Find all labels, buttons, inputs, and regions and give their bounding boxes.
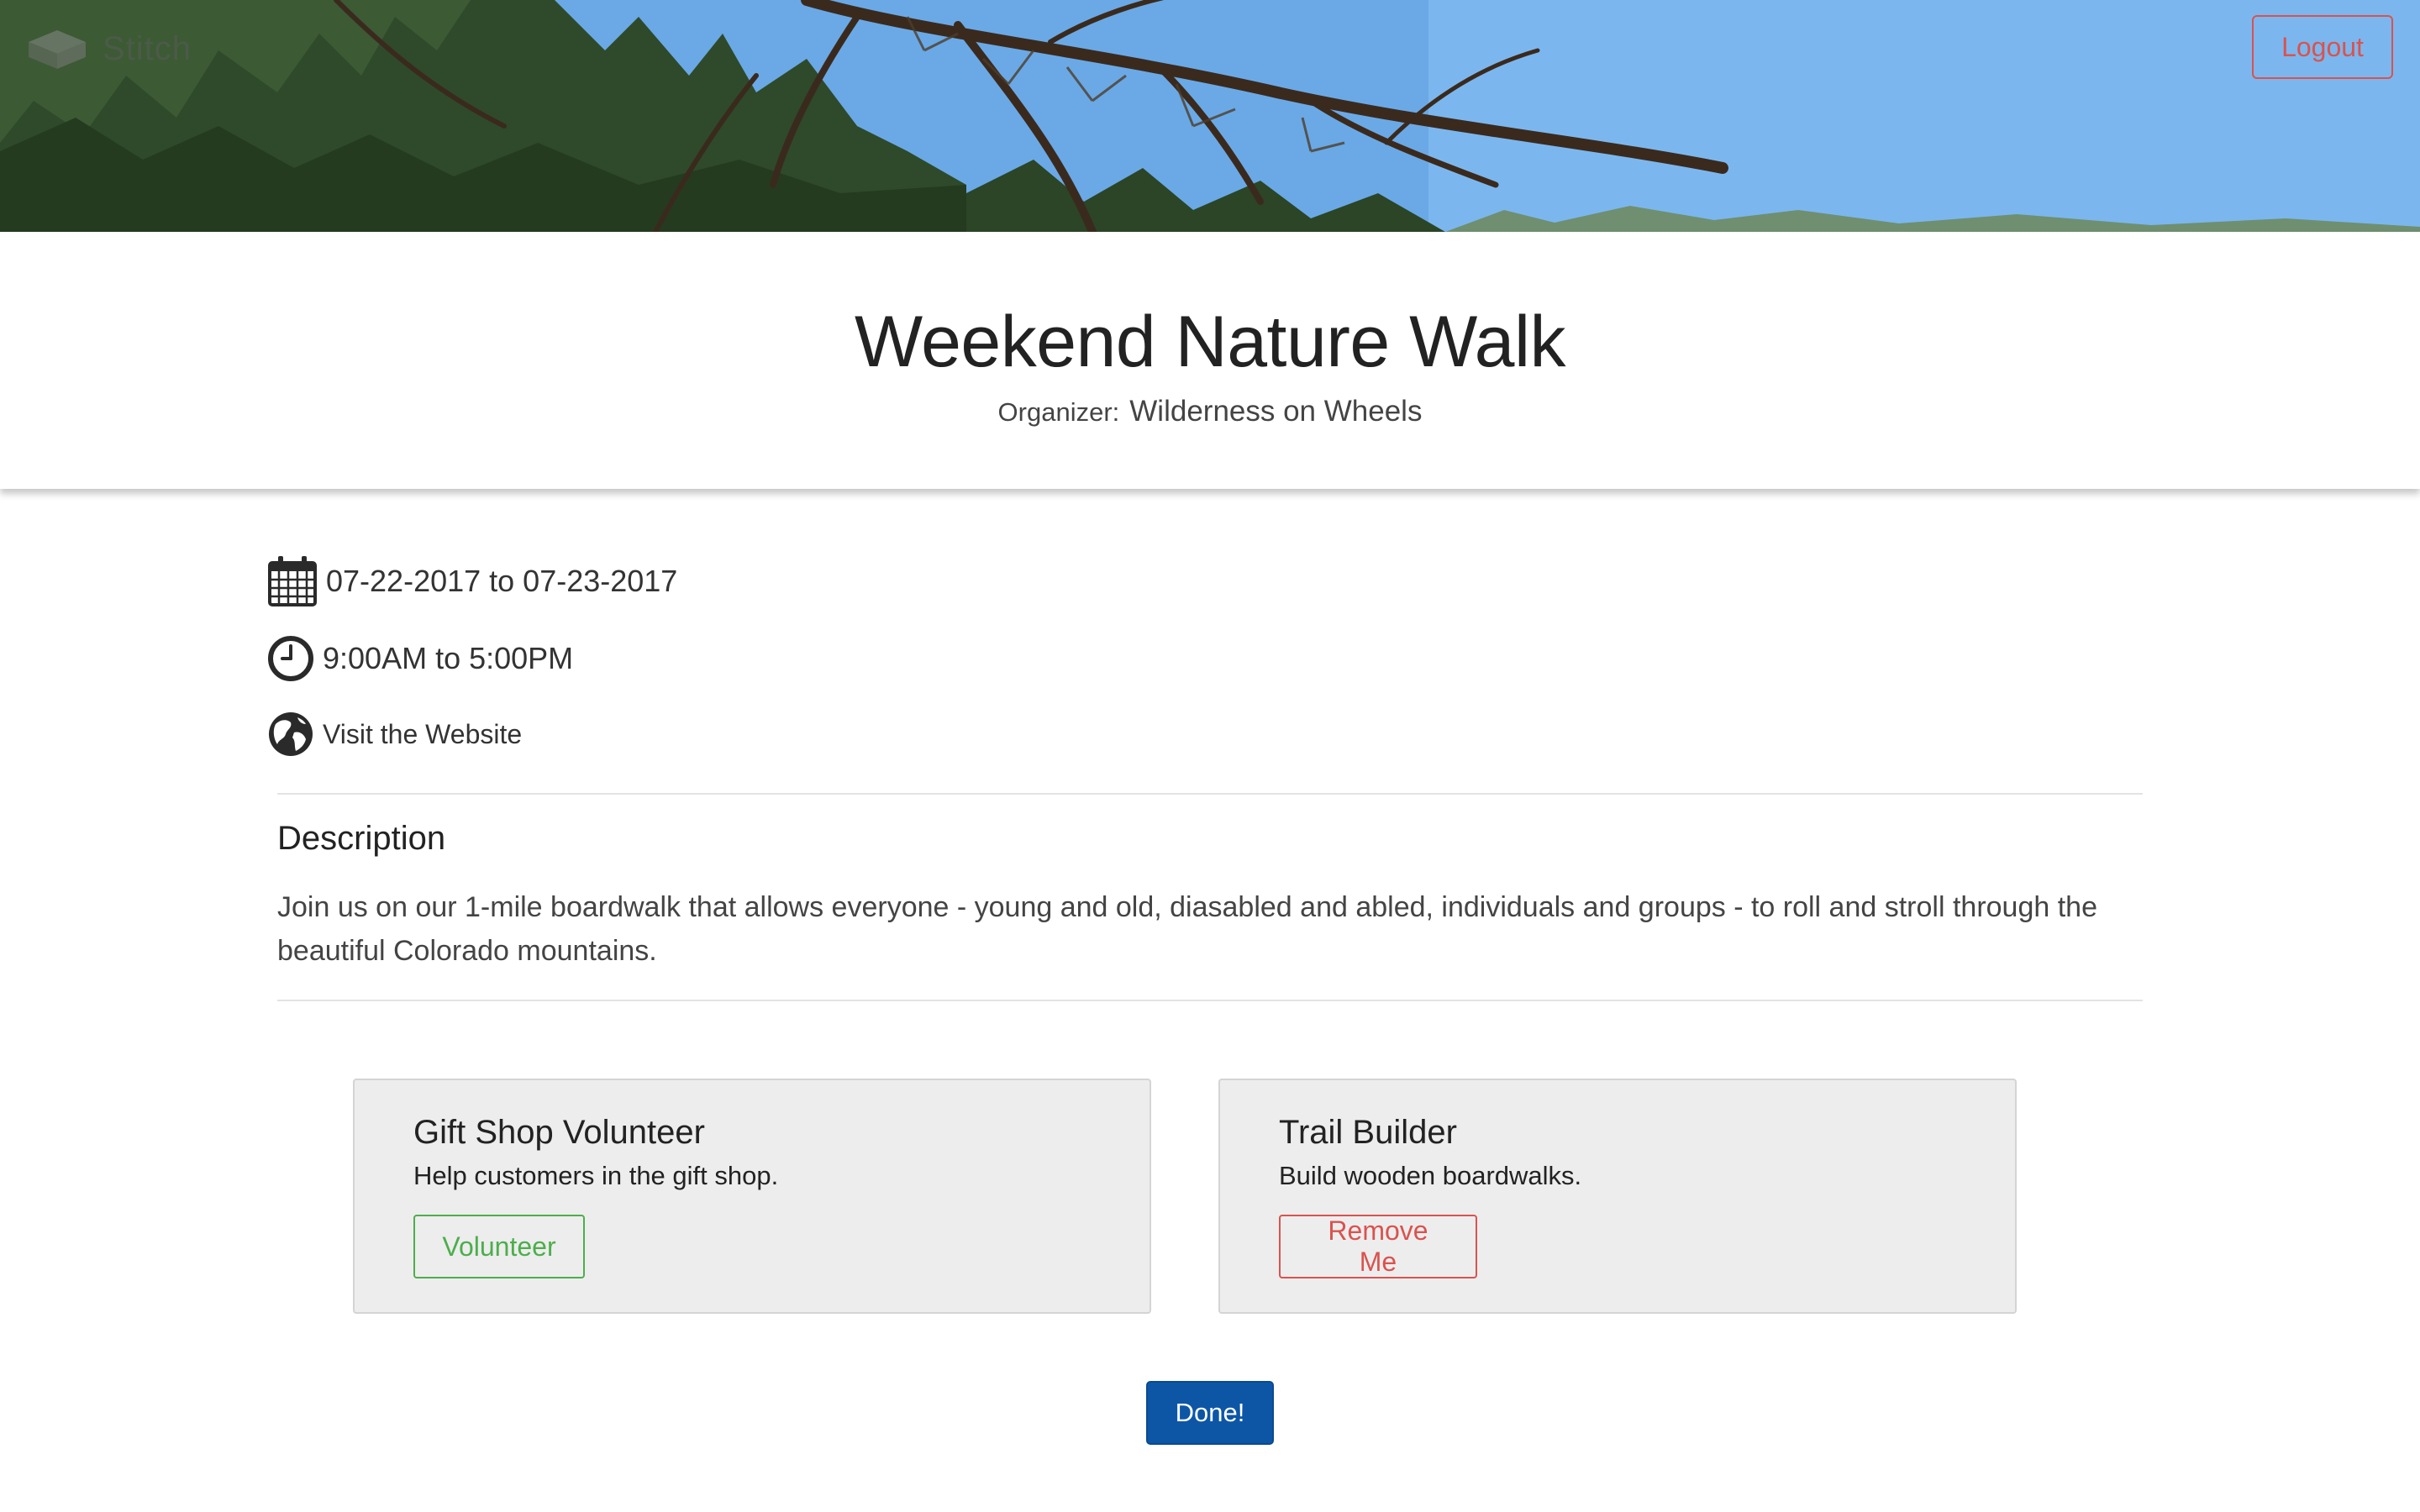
brand-name: Stitch: [103, 29, 192, 67]
event-title: Weekend Nature Walk: [854, 302, 1566, 382]
organizer-row: Organizer: Wilderness on Wheels: [0, 395, 2420, 428]
time-range: 9:00AM to 5:00PM: [323, 641, 574, 675]
divider: [277, 793, 2143, 795]
divider: [277, 1000, 2143, 1001]
description-heading: Description: [277, 820, 446, 857]
website-link[interactable]: Visit the Website: [323, 719, 522, 750]
role-description: Build wooden boardwalks.: [1279, 1161, 1582, 1190]
role-card-gift-shop: Gift Shop Volunteer Help customers in th…: [353, 1079, 1151, 1314]
logout-button[interactable]: Logout: [2252, 15, 2393, 79]
box-stack-icon: [29, 30, 86, 69]
date-row: 07-22-2017 to 07-23-2017: [267, 554, 677, 608]
date-range: 07-22-2017 to 07-23-2017: [326, 564, 678, 598]
remove-me-button[interactable]: Remove Me: [1279, 1215, 1477, 1278]
done-button[interactable]: Done!: [1146, 1381, 1274, 1445]
hero-banner: Stitch Logout: [0, 0, 2420, 232]
organizer-name: Wilderness on Wheels: [1129, 395, 1423, 428]
organizer-label: Organizer:: [997, 397, 1120, 427]
role-title: Gift Shop Volunteer: [413, 1114, 705, 1151]
volunteer-button[interactable]: Volunteer: [413, 1215, 585, 1278]
website-row[interactable]: Visit the Website: [267, 711, 522, 758]
description-text: Join us on our 1-mile boardwalk that all…: [277, 891, 2097, 967]
clock-icon: [268, 636, 313, 681]
role-title: Trail Builder: [1279, 1114, 1457, 1151]
role-card-trail-builder: Trail Builder Build wooden boardwalks. R…: [1218, 1079, 2017, 1314]
role-description: Help customers in the gift shop.: [413, 1161, 779, 1190]
brand-logo[interactable]: Stitch: [25, 25, 192, 72]
calendar-icon: [268, 556, 317, 606]
banner-image: [0, 0, 2420, 232]
event-header-card: Weekend Nature Walk Organizer: Wildernes…: [0, 232, 2420, 489]
globe-icon: [269, 712, 313, 756]
time-row: 9:00AM to 5:00PM: [267, 635, 573, 682]
